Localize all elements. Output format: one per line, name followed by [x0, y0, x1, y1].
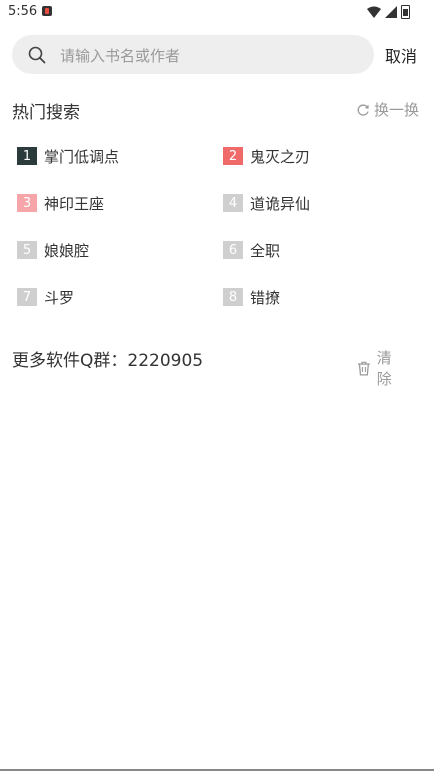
rank-badge: 3 — [17, 194, 37, 212]
trash-icon — [357, 361, 370, 376]
hot-item-title: 错撩 — [250, 288, 281, 307]
history-title: 更多软件Q群：2220905 — [12, 351, 204, 371]
hot-search-title: 热门搜索 — [12, 103, 80, 123]
bottom-divider — [0, 769, 434, 771]
status-icons — [367, 4, 410, 20]
hot-item[interactable]: 5 娘娘腔 — [17, 240, 89, 260]
hot-item-title: 掌门低调点 — [44, 147, 120, 166]
clear-history-button[interactable]: 清除 — [357, 347, 434, 389]
signal-icon — [385, 6, 397, 18]
refresh-label: 换一换 — [374, 101, 420, 119]
status-bar: 5:56 — [0, 0, 434, 24]
rank-badge: 1 — [17, 147, 37, 165]
refresh-icon — [357, 103, 369, 116]
hot-item-title: 斗罗 — [44, 288, 75, 307]
hot-item-title: 全职 — [250, 241, 281, 260]
rank-badge: 6 — [223, 241, 243, 259]
rank-badge: 7 — [17, 288, 37, 306]
hot-item[interactable]: 6 全职 — [223, 240, 280, 260]
notification-icon — [42, 6, 52, 16]
rank-badge: 2 — [223, 147, 243, 165]
hot-item[interactable]: 8 错撩 — [223, 287, 280, 307]
clear-label: 清除 — [376, 349, 406, 388]
search-bar[interactable] — [12, 35, 374, 76]
hot-item-title: 道诡异仙 — [250, 194, 311, 213]
hot-item-title: 鬼灭之刃 — [250, 147, 311, 166]
status-time: 5:56 — [8, 4, 38, 19]
hot-item[interactable]: 2 鬼灭之刃 — [223, 146, 310, 166]
rank-badge: 5 — [17, 241, 37, 259]
cancel-button[interactable]: 取消 — [385, 43, 417, 67]
search-input[interactable] — [58, 35, 362, 76]
refresh-button[interactable]: 换一换 — [356, 99, 419, 120]
hot-item[interactable]: 7 斗罗 — [17, 287, 74, 307]
battery-icon — [401, 5, 410, 19]
hot-item[interactable]: 3 神印王座 — [17, 193, 104, 213]
rank-badge: 8 — [223, 288, 243, 306]
hot-item-title: 神印王座 — [44, 194, 105, 213]
hot-item[interactable]: 1 掌门低调点 — [17, 146, 119, 166]
rank-badge: 4 — [223, 194, 243, 212]
wifi-icon — [367, 6, 381, 18]
search-icon — [28, 46, 46, 64]
hot-item[interactable]: 4 道诡异仙 — [223, 193, 310, 213]
hot-item-title: 娘娘腔 — [44, 241, 90, 260]
